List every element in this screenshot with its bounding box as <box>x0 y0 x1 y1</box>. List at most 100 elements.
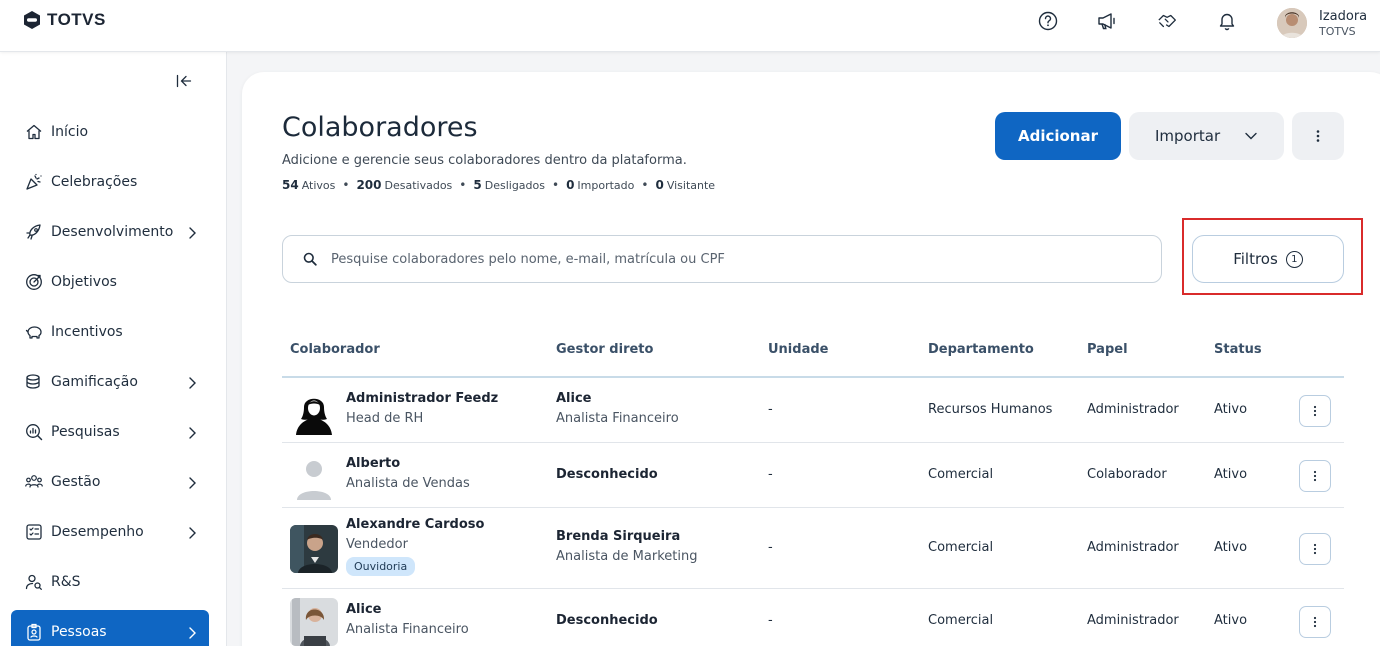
column-header-unidade[interactable]: Unidade <box>768 342 828 357</box>
user-name[interactable]: Izadora <box>1319 9 1367 24</box>
party-icon <box>25 173 43 191</box>
sidebar-item-desenvolvimento[interactable]: Desenvolvimento <box>11 210 209 254</box>
column-header-papel[interactable]: Papel <box>1087 342 1128 357</box>
avatar <box>290 451 338 500</box>
filters-label: Filtros <box>1233 250 1278 268</box>
department-cell: Comercial <box>928 539 994 555</box>
table-row[interactable]: Alice Analista Financeiro Desconhecido - Com… <box>282 589 1344 646</box>
sidebar-item-label: Pesquisas <box>51 424 120 440</box>
sidebar-item-desempenho[interactable]: Desempenho <box>11 510 209 554</box>
page-subtitle: Adicione e gerencie seus colaboradores d… <box>282 153 687 168</box>
row-actions-button[interactable] <box>1299 459 1331 492</box>
kebab-menu-icon <box>1313 405 1317 416</box>
employee-role: Analista de Vendas <box>346 475 470 491</box>
manager-role: Analista Financeiro <box>556 410 679 426</box>
target-icon <box>25 273 43 291</box>
sidebar-item-label: Pessoas <box>51 624 107 640</box>
search-input[interactable] <box>331 251 1111 267</box>
column-header-departamento[interactable]: Departamento <box>928 342 1034 357</box>
unit-cell: - <box>768 401 773 417</box>
sidebar-item-label: Desempenho <box>51 524 144 540</box>
megaphone-icon[interactable] <box>1096 10 1118 32</box>
employee-tag-container: Ouvidoria <box>346 556 416 576</box>
manager-role: Analista de Marketing <box>556 548 698 564</box>
status-cell: Ativo <box>1214 401 1248 417</box>
status-summary: 54 Ativos • 200 Desativados • 5 Desligados • 0 Imp… <box>282 178 715 192</box>
department-cell: Recursos Humanos <box>928 401 1053 417</box>
sidebar-item-celebracoes[interactable]: Celebrações <box>11 160 209 204</box>
kebab-menu-icon <box>1313 470 1317 481</box>
employee-role: Vendedor <box>346 536 408 552</box>
chevron-right-icon <box>187 475 197 489</box>
table-row[interactable]: Alexandre Cardoso Vendedor Ouvidoria Brenda… <box>282 508 1344 589</box>
import-button[interactable]: Importar <box>1129 112 1284 160</box>
employee-name[interactable]: Alexandre Cardoso <box>346 517 484 532</box>
more-options-button[interactable] <box>1292 112 1344 160</box>
sidebar-item-objetivos[interactable]: Objetivos <box>11 260 209 304</box>
stat-value: 5 <box>473 178 482 192</box>
sidebar-item-pesquisas[interactable]: Pesquisas <box>11 410 209 454</box>
column-header-colaborador[interactable]: Colaborador <box>290 342 380 357</box>
table-row[interactable]: Administrador Feedz Head de RH Alice Analis… <box>282 378 1344 443</box>
coins-icon <box>25 373 43 391</box>
piggy-bank-icon <box>25 323 43 341</box>
chevron-right-icon <box>187 375 197 389</box>
column-header-gestor[interactable]: Gestor direto <box>556 342 653 357</box>
role-cell: Colaborador <box>1087 466 1167 482</box>
employee-name[interactable]: Alice <box>346 602 382 617</box>
sidebar-item-label: Gamificação <box>51 374 138 390</box>
row-actions-button[interactable] <box>1299 605 1331 638</box>
column-header-status[interactable]: Status <box>1214 342 1262 357</box>
totvs-logo-icon <box>24 11 40 29</box>
stat-value: 0 <box>566 178 575 192</box>
sidebar-item-r-s[interactable]: R&S <box>11 560 209 604</box>
sidebar-item-inicio[interactable]: Início <box>11 110 209 154</box>
filter-count-badge: 1 <box>1285 250 1303 268</box>
stat-label: Ativos <box>301 178 336 192</box>
employee-name[interactable]: Alberto <box>346 456 400 471</box>
table-row[interactable]: Alberto Analista de Vendas Desconhecido - Co… <box>282 443 1344 508</box>
stat-separator: • <box>342 178 350 192</box>
sidebar-item-gamificacao[interactable]: Gamificação <box>11 360 209 404</box>
role-cell: Administrador <box>1087 401 1179 417</box>
sidebar-item-incentivos[interactable]: Incentivos <box>11 310 209 354</box>
checklist-icon <box>25 523 43 541</box>
page-title: Colaboradores <box>282 112 478 143</box>
search-bar[interactable] <box>282 235 1162 283</box>
employee-role: Head de RH <box>346 410 424 426</box>
sidebar-item-label: Incentivos <box>51 324 123 340</box>
status-cell: Ativo <box>1214 466 1248 482</box>
stat-value: 0 <box>655 178 664 192</box>
filters-button[interactable]: Filtros 1 <box>1192 235 1344 283</box>
user-avatar[interactable] <box>1277 8 1307 38</box>
brand-name: TOTVS <box>47 10 106 29</box>
add-button[interactable]: Adicionar <box>995 112 1121 160</box>
collapse-sidebar-icon[interactable] <box>175 72 193 90</box>
bell-icon[interactable] <box>1216 10 1238 32</box>
chevron-right-icon <box>187 625 197 639</box>
manager-name: Alice <box>556 390 592 406</box>
chevron-right-icon <box>187 525 197 539</box>
stat-separator: • <box>459 178 467 192</box>
stat-label: Importado <box>577 178 635 192</box>
handshake-icon[interactable] <box>1157 10 1179 32</box>
kebab-menu-icon <box>1313 616 1317 627</box>
home-icon <box>25 123 43 141</box>
stat-separator: • <box>551 178 560 192</box>
employee-role: Analista Financeiro <box>346 621 469 637</box>
row-actions-button[interactable] <box>1299 532 1331 565</box>
employee-name[interactable]: Administrador Feedz <box>346 391 498 406</box>
sidebar-item-gestao[interactable]: Gestão <box>11 460 209 504</box>
user-search-icon <box>25 573 43 591</box>
top-bar: TOTVS Izadora TOTVS <box>0 0 1380 52</box>
sidebar-item-label: Início <box>51 124 89 140</box>
kebab-menu-icon <box>1316 130 1320 142</box>
stat-label: Visitante <box>666 178 716 192</box>
row-actions-button[interactable] <box>1299 394 1331 427</box>
avatar <box>290 386 338 435</box>
brand-logo[interactable]: TOTVS <box>22 10 106 30</box>
search-icon <box>303 252 317 266</box>
sidebar-item-pessoas[interactable]: Pessoas <box>11 610 209 646</box>
import-label: Importar <box>1155 127 1221 145</box>
help-icon[interactable] <box>1037 10 1059 32</box>
